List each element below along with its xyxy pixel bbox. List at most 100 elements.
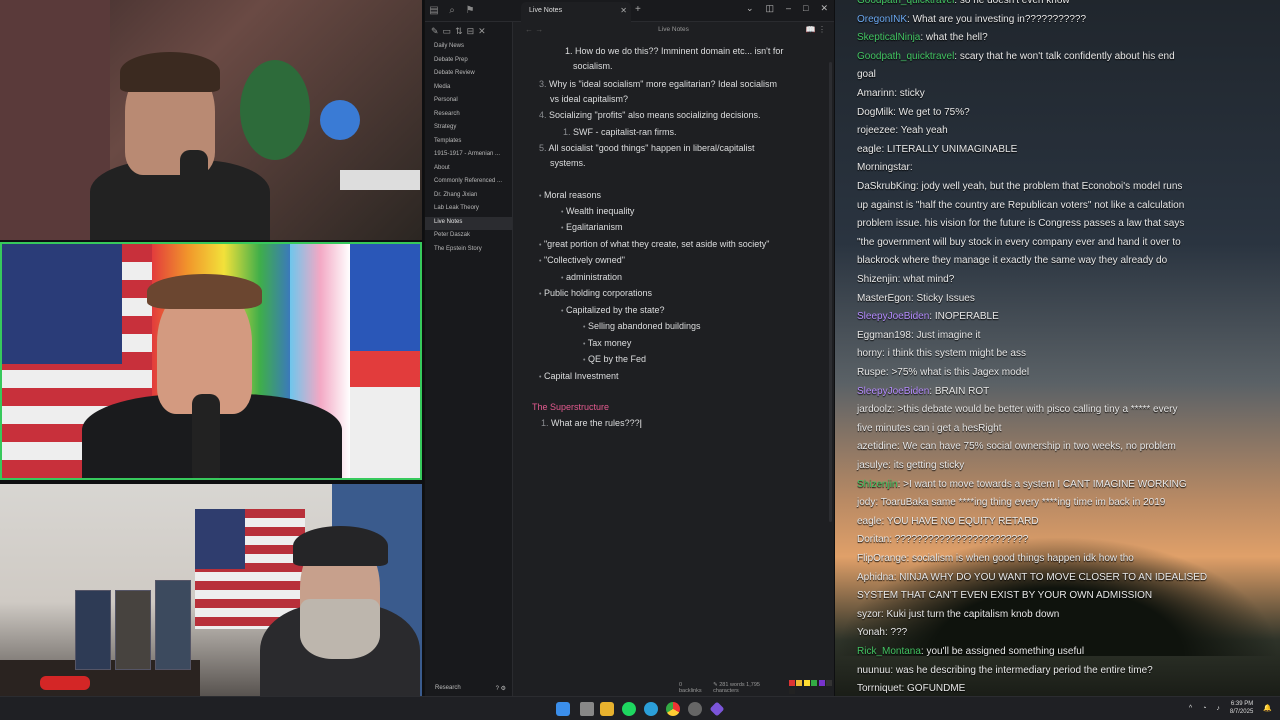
sidebar-item[interactable]: Peter Daszak	[425, 230, 512, 244]
bullet-item: • Capitalized by the state?	[561, 305, 665, 315]
chat-username[interactable]: eagle	[857, 144, 881, 155]
chrome-icon[interactable]	[666, 702, 680, 716]
chevron-down-icon[interactable]: ⌄	[746, 3, 754, 14]
settings-icon[interactable]: ⚙	[501, 686, 506, 692]
note-header: ← → Live Notes 📖 ⋮	[513, 22, 834, 36]
chat-message: Eggman198: Just imagine it	[857, 327, 1272, 346]
chat-username[interactable]: Aphidna	[857, 572, 894, 583]
sidebar-item[interactable]: The Epstein Story	[425, 244, 512, 258]
title-bar: ▤ ⌕ ⚑ Live Notes ✕ + ⌄ ◫ – □ ✕	[425, 0, 834, 22]
bookmark-icon[interactable]: ⚑	[461, 2, 479, 20]
chat-message: jasulye: its getting sticky	[857, 457, 1272, 476]
chat-username[interactable]: DogMilk	[857, 107, 893, 118]
layout-icon[interactable]: ◫	[765, 3, 774, 14]
search-icon[interactable]: ⌕	[443, 2, 461, 20]
close-icon[interactable]: ✕	[478, 26, 486, 37]
color-swatches[interactable]	[788, 680, 834, 696]
back-forward-icon[interactable]: ← →	[525, 25, 543, 34]
sidebar-item[interactable]: Research	[425, 109, 512, 123]
chat-username[interactable]: jardoolz	[857, 404, 892, 415]
list-item: systems.	[550, 158, 586, 168]
chat-username[interactable]: Eggman198	[857, 330, 911, 341]
chat-username[interactable]: Morningstar	[857, 162, 910, 173]
chat-username[interactable]: SleepyJoeBiden	[857, 386, 929, 397]
sidebar-item[interactable]: Templates	[425, 136, 512, 150]
help-icon[interactable]: ?	[496, 686, 499, 692]
sort-icon[interactable]: ⇅	[455, 26, 463, 37]
sidebar-item-live-notes[interactable]: Live Notes	[425, 216, 512, 230]
spotify-icon[interactable]	[622, 702, 636, 716]
chat-message: Goodpath_quicktravel: scary that he won'…	[857, 48, 1272, 67]
chat-username[interactable]: Goodpath_quicktravel	[857, 0, 954, 6]
chat-message: SkepticalNinja: what the hell?	[857, 29, 1272, 48]
sidebar-item[interactable]: About	[425, 163, 512, 177]
notification-icon[interactable]: 🔔	[1263, 704, 1272, 712]
chat-username[interactable]: horny	[857, 348, 882, 359]
file-explorer-icon[interactable]	[580, 702, 594, 716]
sidebar-item[interactable]: Media	[425, 82, 512, 96]
sidebar-item[interactable]: Debate Prep	[425, 55, 512, 69]
sidebar-item[interactable]: 1915-1917 - Armenian ...	[425, 149, 512, 163]
collapse-icon[interactable]: ⊟	[467, 26, 475, 37]
note-editor[interactable]: ← → Live Notes 📖 ⋮ 1. How do we do this?…	[513, 22, 834, 696]
editor-scrollbar[interactable]	[829, 62, 832, 522]
chat-username[interactable]: MasterEgon	[857, 293, 911, 304]
sidebar-item[interactable]: Daily News	[425, 41, 512, 55]
obsidian-icon[interactable]	[709, 701, 725, 717]
windows-start-icon[interactable]	[556, 702, 570, 716]
chat-username[interactable]: jasulye	[857, 460, 888, 471]
sidebar-item[interactable]: Dr. Zhang Jixian	[425, 190, 512, 204]
chat-username[interactable]: DaSkrubKing	[857, 181, 916, 192]
wifi-icon[interactable]: ◔	[1202, 705, 1206, 712]
new-tab-icon[interactable]: +	[635, 4, 641, 15]
chat-username[interactable]: Shizenjin	[857, 274, 898, 285]
chat-message: FlipOrange: socialism is when good thing…	[857, 550, 1272, 569]
sidebar-item[interactable]: Strategy	[425, 122, 512, 136]
bullet-item: • Moral reasons	[539, 190, 601, 200]
chat-username[interactable]: Yonah	[857, 627, 885, 638]
more-options-icon[interactable]: 📖 ⋮	[806, 25, 826, 34]
sidebar-item[interactable]: Lab Leak Theory	[425, 203, 512, 217]
chat-username[interactable]: jody	[857, 497, 875, 508]
chat-username[interactable]: Amarinn	[857, 88, 894, 99]
sidebar-item[interactable]: Debate Review	[425, 68, 512, 82]
webcam-middle	[0, 242, 422, 480]
new-folder-icon[interactable]: ▭	[443, 26, 452, 37]
chat-username[interactable]: eagle	[857, 516, 881, 527]
chat-username[interactable]: Shizenjin	[857, 479, 898, 490]
new-note-icon[interactable]: ✎	[431, 26, 439, 37]
vault-switcher[interactable]: Research	[435, 685, 461, 692]
volume-icon[interactable]: ♪	[1216, 705, 1220, 712]
maximize-icon[interactable]: □	[803, 3, 808, 14]
backlinks-count[interactable]: 0 backlinks	[679, 682, 703, 694]
sidebar-toggle-icon[interactable]: ▤	[425, 2, 443, 20]
minimize-icon[interactable]: –	[786, 3, 791, 14]
chat-message: Torrniquet: GOFUNDME	[857, 680, 1272, 696]
bullet-item: • Capital Investment	[539, 371, 619, 381]
sidebar-item[interactable]: Commonly Referenced ...	[425, 176, 512, 190]
chat-username[interactable]: Doritan	[857, 534, 889, 545]
chat-username[interactable]: SkepticalNinja	[857, 32, 920, 43]
edge-icon[interactable]	[644, 702, 658, 716]
chat-username[interactable]: Goodpath_quicktravel	[857, 51, 954, 62]
chat-username[interactable]: OregonINK	[857, 14, 907, 25]
tray-chevron-icon[interactable]: ^	[1189, 705, 1192, 712]
chat-username[interactable]: nuunuu	[857, 665, 890, 676]
chat-text: : GOFUNDME	[901, 683, 966, 695]
settings-icon[interactable]	[688, 702, 702, 716]
close-tab-icon[interactable]: ✕	[620, 6, 627, 15]
chat-username[interactable]: azetidine	[857, 441, 897, 452]
tab-live-notes[interactable]: Live Notes ✕	[521, 2, 631, 22]
close-window-icon[interactable]: ✕	[820, 3, 828, 14]
clock[interactable]: 6:39 PM 8/7/2025	[1230, 700, 1253, 716]
chat-username[interactable]: rojeezee	[857, 125, 895, 136]
chat-username[interactable]: SleepyJoeBiden	[857, 311, 929, 322]
chat-username[interactable]: Rick_Montana	[857, 646, 921, 657]
chat-message: syzor: Kuki just turn the capitalism kno…	[857, 606, 1272, 625]
chat-username[interactable]: Ruspe	[857, 367, 886, 378]
folder-icon[interactable]	[600, 702, 614, 716]
chat-username[interactable]: Torrniquet	[857, 683, 901, 694]
chat-username[interactable]: syzor	[857, 609, 881, 620]
chat-username[interactable]: FlipOrange	[857, 553, 906, 564]
sidebar-item[interactable]: Personal	[425, 95, 512, 109]
